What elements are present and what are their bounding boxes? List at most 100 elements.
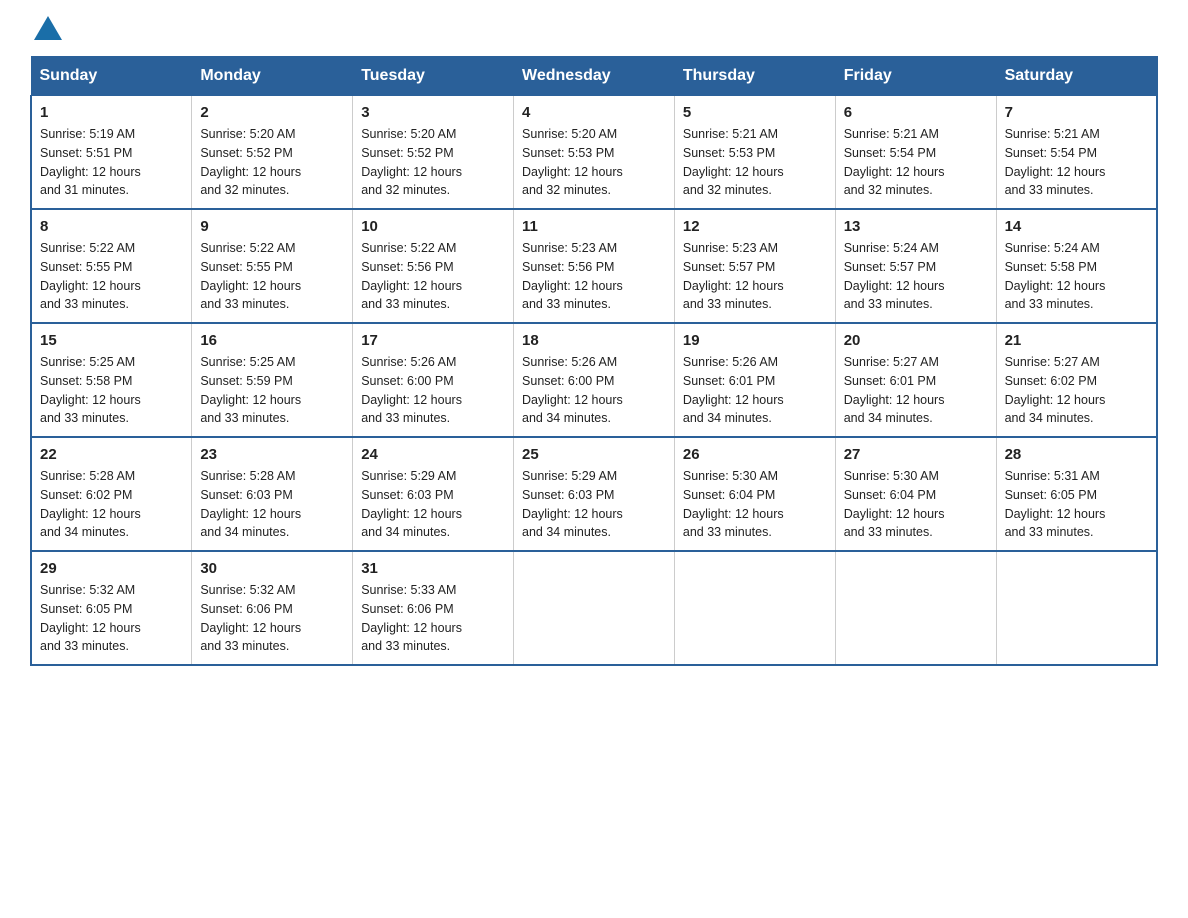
day-cell: 27 Sunrise: 5:30 AMSunset: 6:04 PMDaylig…: [835, 437, 996, 551]
logo-top: [30, 20, 62, 40]
day-cell: 14 Sunrise: 5:24 AMSunset: 5:58 PMDaylig…: [996, 209, 1157, 323]
day-number: 17: [361, 332, 505, 349]
day-number: 21: [1005, 332, 1148, 349]
day-number: 25: [522, 446, 666, 463]
day-number: 27: [844, 446, 988, 463]
day-info: Sunrise: 5:27 AMSunset: 6:02 PMDaylight:…: [1005, 355, 1106, 425]
day-info: Sunrise: 5:23 AMSunset: 5:56 PMDaylight:…: [522, 241, 623, 311]
day-cell: 31 Sunrise: 5:33 AMSunset: 6:06 PMDaylig…: [353, 551, 514, 665]
day-number: 11: [522, 218, 666, 235]
day-cell: [674, 551, 835, 665]
logo: [30, 20, 62, 36]
day-number: 10: [361, 218, 505, 235]
day-info: Sunrise: 5:30 AMSunset: 6:04 PMDaylight:…: [844, 469, 945, 539]
header-cell-sunday: Sunday: [31, 57, 192, 96]
day-info: Sunrise: 5:24 AMSunset: 5:58 PMDaylight:…: [1005, 241, 1106, 311]
header-row: SundayMondayTuesdayWednesdayThursdayFrid…: [31, 57, 1157, 96]
logo-triangle-icon: [34, 16, 62, 40]
day-info: Sunrise: 5:19 AMSunset: 5:51 PMDaylight:…: [40, 127, 141, 197]
day-info: Sunrise: 5:26 AMSunset: 6:00 PMDaylight:…: [361, 355, 462, 425]
day-number: 12: [683, 218, 827, 235]
day-info: Sunrise: 5:29 AMSunset: 6:03 PMDaylight:…: [522, 469, 623, 539]
day-cell: 21 Sunrise: 5:27 AMSunset: 6:02 PMDaylig…: [996, 323, 1157, 437]
day-cell: 9 Sunrise: 5:22 AMSunset: 5:55 PMDayligh…: [192, 209, 353, 323]
day-number: 30: [200, 560, 344, 577]
day-number: 14: [1005, 218, 1148, 235]
day-number: 6: [844, 104, 988, 121]
day-cell: 25 Sunrise: 5:29 AMSunset: 6:03 PMDaylig…: [514, 437, 675, 551]
day-cell: [996, 551, 1157, 665]
day-number: 3: [361, 104, 505, 121]
day-number: 23: [200, 446, 344, 463]
page-header: [30, 20, 1158, 36]
day-info: Sunrise: 5:23 AMSunset: 5:57 PMDaylight:…: [683, 241, 784, 311]
day-cell: 4 Sunrise: 5:20 AMSunset: 5:53 PMDayligh…: [514, 96, 675, 210]
header-cell-saturday: Saturday: [996, 57, 1157, 96]
day-number: 31: [361, 560, 505, 577]
day-cell: 1 Sunrise: 5:19 AMSunset: 5:51 PMDayligh…: [31, 96, 192, 210]
header-cell-monday: Monday: [192, 57, 353, 96]
day-info: Sunrise: 5:21 AMSunset: 5:54 PMDaylight:…: [1005, 127, 1106, 197]
day-info: Sunrise: 5:22 AMSunset: 5:55 PMDaylight:…: [200, 241, 301, 311]
day-info: Sunrise: 5:22 AMSunset: 5:56 PMDaylight:…: [361, 241, 462, 311]
day-info: Sunrise: 5:24 AMSunset: 5:57 PMDaylight:…: [844, 241, 945, 311]
day-info: Sunrise: 5:20 AMSunset: 5:52 PMDaylight:…: [200, 127, 301, 197]
day-number: 1: [40, 104, 183, 121]
day-info: Sunrise: 5:28 AMSunset: 6:02 PMDaylight:…: [40, 469, 141, 539]
day-number: 28: [1005, 446, 1148, 463]
day-number: 24: [361, 446, 505, 463]
week-row-3: 15 Sunrise: 5:25 AMSunset: 5:58 PMDaylig…: [31, 323, 1157, 437]
day-info: Sunrise: 5:29 AMSunset: 6:03 PMDaylight:…: [361, 469, 462, 539]
week-row-2: 8 Sunrise: 5:22 AMSunset: 5:55 PMDayligh…: [31, 209, 1157, 323]
day-number: 18: [522, 332, 666, 349]
day-cell: 5 Sunrise: 5:21 AMSunset: 5:53 PMDayligh…: [674, 96, 835, 210]
day-cell: 29 Sunrise: 5:32 AMSunset: 6:05 PMDaylig…: [31, 551, 192, 665]
day-cell: 24 Sunrise: 5:29 AMSunset: 6:03 PMDaylig…: [353, 437, 514, 551]
day-cell: [835, 551, 996, 665]
week-row-4: 22 Sunrise: 5:28 AMSunset: 6:02 PMDaylig…: [31, 437, 1157, 551]
day-number: 19: [683, 332, 827, 349]
day-cell: 26 Sunrise: 5:30 AMSunset: 6:04 PMDaylig…: [674, 437, 835, 551]
day-cell: 8 Sunrise: 5:22 AMSunset: 5:55 PMDayligh…: [31, 209, 192, 323]
week-row-1: 1 Sunrise: 5:19 AMSunset: 5:51 PMDayligh…: [31, 96, 1157, 210]
day-cell: 30 Sunrise: 5:32 AMSunset: 6:06 PMDaylig…: [192, 551, 353, 665]
day-number: 20: [844, 332, 988, 349]
day-cell: 18 Sunrise: 5:26 AMSunset: 6:00 PMDaylig…: [514, 323, 675, 437]
day-info: Sunrise: 5:33 AMSunset: 6:06 PMDaylight:…: [361, 583, 462, 653]
day-cell: 11 Sunrise: 5:23 AMSunset: 5:56 PMDaylig…: [514, 209, 675, 323]
day-cell: 13 Sunrise: 5:24 AMSunset: 5:57 PMDaylig…: [835, 209, 996, 323]
day-cell: 7 Sunrise: 5:21 AMSunset: 5:54 PMDayligh…: [996, 96, 1157, 210]
day-info: Sunrise: 5:26 AMSunset: 6:01 PMDaylight:…: [683, 355, 784, 425]
day-info: Sunrise: 5:32 AMSunset: 6:05 PMDaylight:…: [40, 583, 141, 653]
day-number: 26: [683, 446, 827, 463]
day-number: 2: [200, 104, 344, 121]
day-info: Sunrise: 5:25 AMSunset: 5:59 PMDaylight:…: [200, 355, 301, 425]
day-info: Sunrise: 5:20 AMSunset: 5:52 PMDaylight:…: [361, 127, 462, 197]
day-info: Sunrise: 5:21 AMSunset: 5:53 PMDaylight:…: [683, 127, 784, 197]
day-info: Sunrise: 5:25 AMSunset: 5:58 PMDaylight:…: [40, 355, 141, 425]
calendar-table: SundayMondayTuesdayWednesdayThursdayFrid…: [30, 56, 1158, 666]
header-cell-friday: Friday: [835, 57, 996, 96]
day-info: Sunrise: 5:22 AMSunset: 5:55 PMDaylight:…: [40, 241, 141, 311]
day-number: 7: [1005, 104, 1148, 121]
day-info: Sunrise: 5:26 AMSunset: 6:00 PMDaylight:…: [522, 355, 623, 425]
day-number: 29: [40, 560, 183, 577]
calendar-body: 1 Sunrise: 5:19 AMSunset: 5:51 PMDayligh…: [31, 96, 1157, 666]
day-number: 15: [40, 332, 183, 349]
day-info: Sunrise: 5:32 AMSunset: 6:06 PMDaylight:…: [200, 583, 301, 653]
day-number: 4: [522, 104, 666, 121]
header-cell-tuesday: Tuesday: [353, 57, 514, 96]
day-cell: 10 Sunrise: 5:22 AMSunset: 5:56 PMDaylig…: [353, 209, 514, 323]
day-info: Sunrise: 5:30 AMSunset: 6:04 PMDaylight:…: [683, 469, 784, 539]
day-cell: 23 Sunrise: 5:28 AMSunset: 6:03 PMDaylig…: [192, 437, 353, 551]
day-info: Sunrise: 5:21 AMSunset: 5:54 PMDaylight:…: [844, 127, 945, 197]
day-info: Sunrise: 5:31 AMSunset: 6:05 PMDaylight:…: [1005, 469, 1106, 539]
day-cell: 20 Sunrise: 5:27 AMSunset: 6:01 PMDaylig…: [835, 323, 996, 437]
day-cell: 3 Sunrise: 5:20 AMSunset: 5:52 PMDayligh…: [353, 96, 514, 210]
day-info: Sunrise: 5:20 AMSunset: 5:53 PMDaylight:…: [522, 127, 623, 197]
day-cell: 17 Sunrise: 5:26 AMSunset: 6:00 PMDaylig…: [353, 323, 514, 437]
day-number: 16: [200, 332, 344, 349]
day-cell: 19 Sunrise: 5:26 AMSunset: 6:01 PMDaylig…: [674, 323, 835, 437]
header-cell-wednesday: Wednesday: [514, 57, 675, 96]
day-cell: 12 Sunrise: 5:23 AMSunset: 5:57 PMDaylig…: [674, 209, 835, 323]
